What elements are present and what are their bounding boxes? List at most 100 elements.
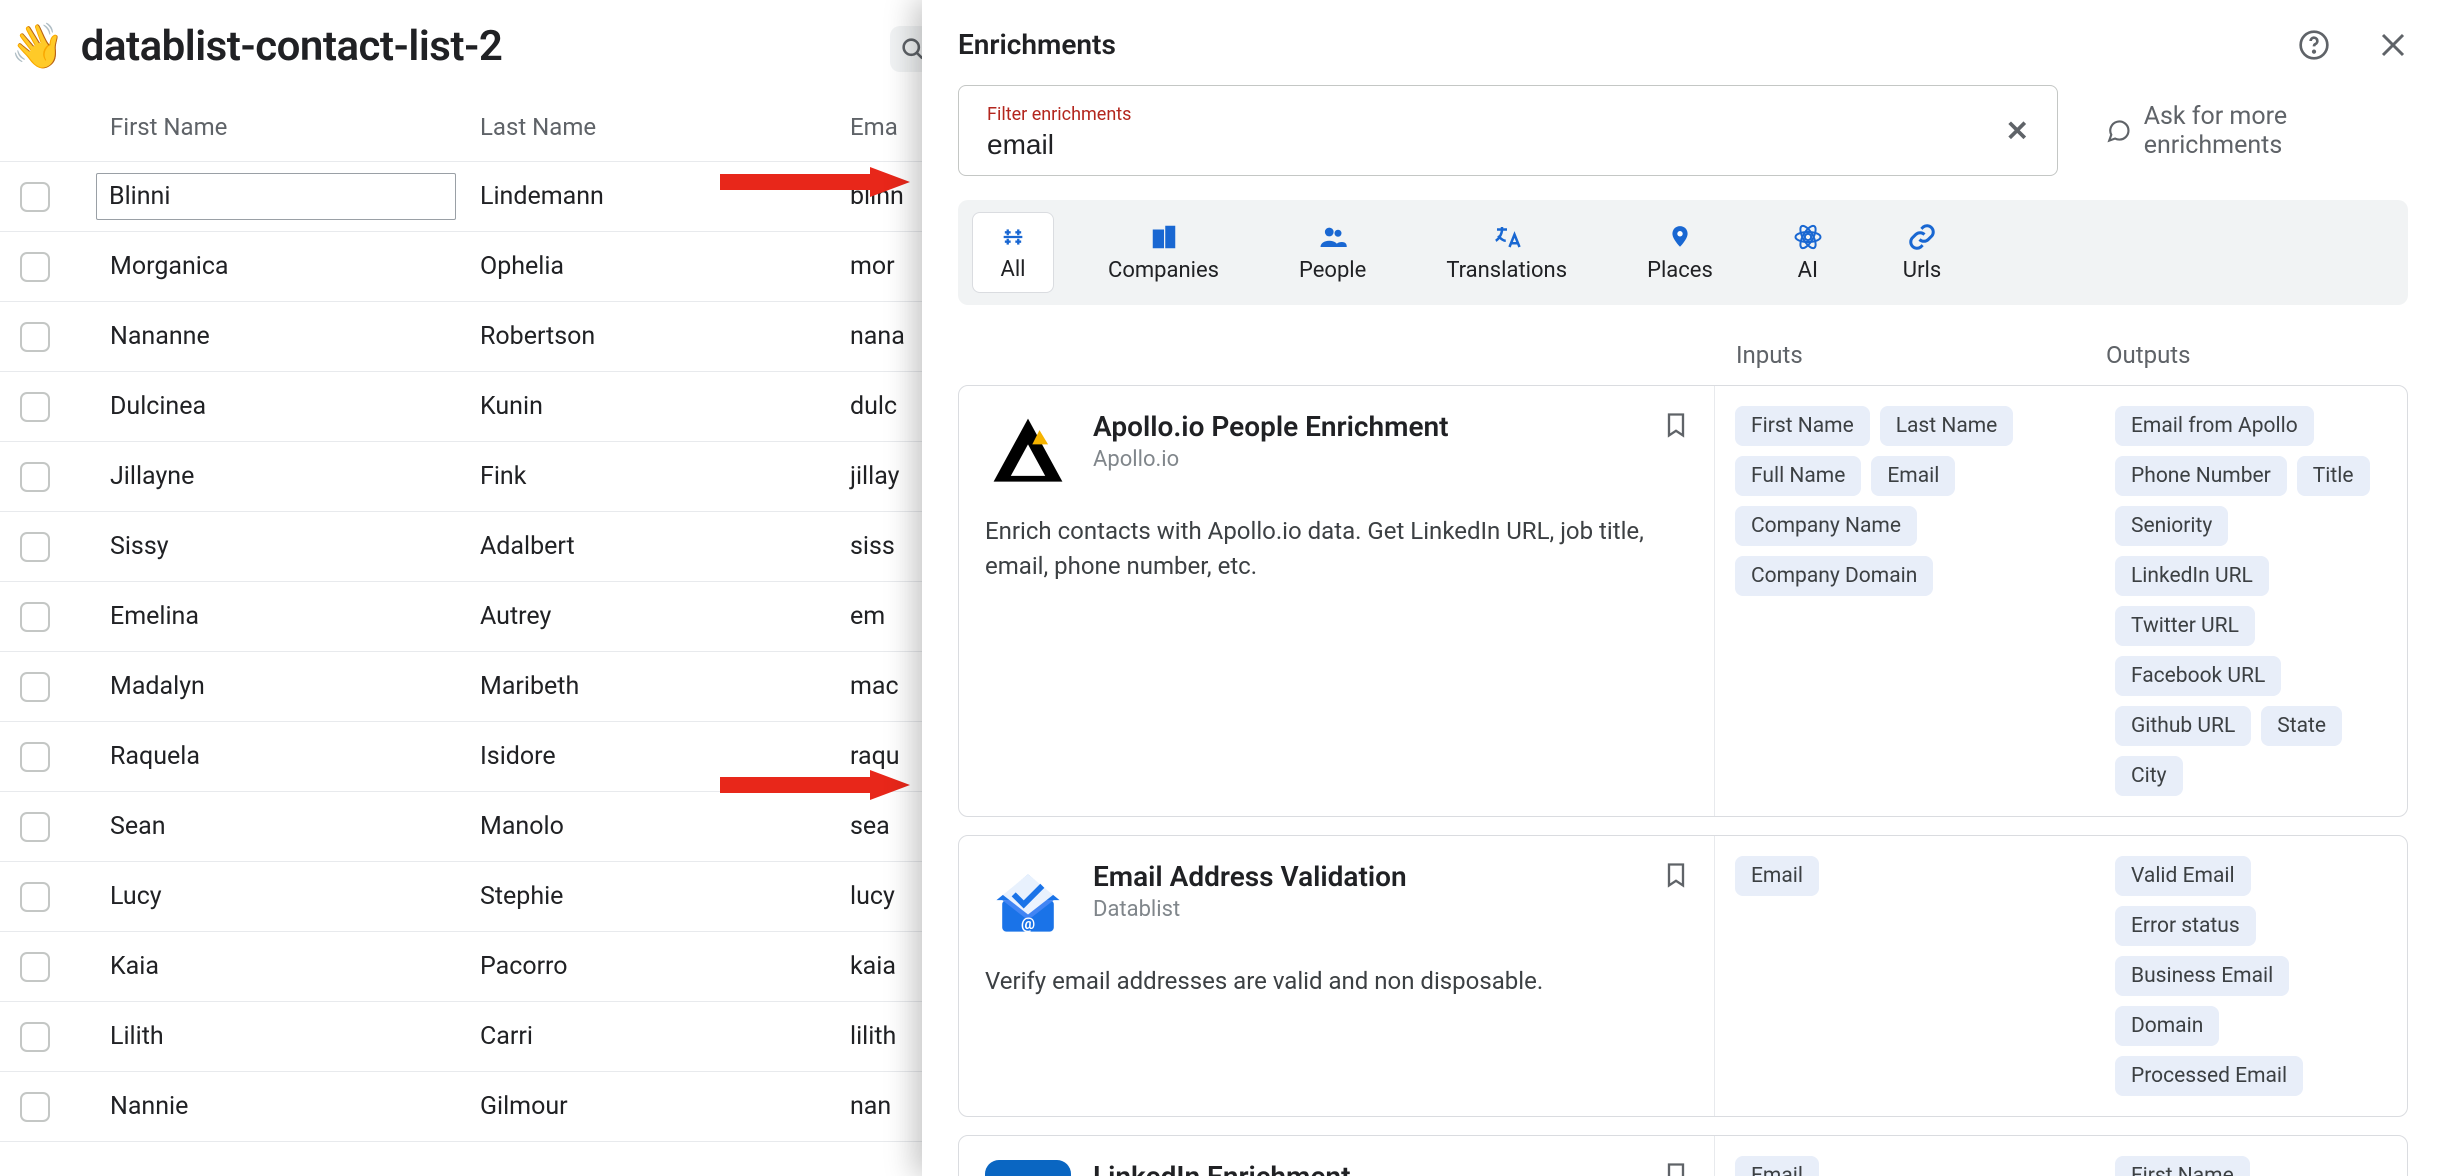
cell-first-name[interactable]: Kaia <box>110 952 480 981</box>
cell-first-name[interactable]: Blinni <box>110 173 480 220</box>
outputs-chips: Email from Apollo Phone NumberTitle Senior… <box>2115 406 2387 796</box>
output-chip: Processed Email <box>2115 1056 2303 1096</box>
wave-emoji: 👋 <box>10 20 65 72</box>
inputs-header: Inputs <box>1714 341 2094 369</box>
vendor-logo: @ <box>985 860 1071 946</box>
help-icon[interactable] <box>2298 29 2330 61</box>
row-checkbox[interactable] <box>20 742 50 772</box>
cell-first-name[interactable]: Morganica <box>110 252 480 281</box>
row-checkbox[interactable] <box>20 252 50 282</box>
cell-last-name[interactable]: Stephie <box>480 882 850 911</box>
vendor-logo <box>985 410 1071 496</box>
cell-first-name[interactable]: Emelina <box>110 602 480 631</box>
row-checkbox[interactable] <box>20 1022 50 1052</box>
places-icon <box>1667 222 1693 252</box>
bookmark-icon[interactable] <box>1662 1158 1690 1176</box>
output-chip: Email from Apollo <box>2115 406 2314 446</box>
cell-last-name[interactable]: Gilmour <box>480 1092 850 1121</box>
row-checkbox[interactable] <box>20 882 50 912</box>
tab-ai[interactable]: AI <box>1767 212 1849 293</box>
enrichment-card[interactable]: @Email Address ValidationDatablistVerify… <box>958 835 2408 1117</box>
people-icon <box>1318 222 1348 252</box>
output-chip: Phone Number <box>2115 456 2287 496</box>
tab-label: Places <box>1647 258 1713 283</box>
row-checkbox[interactable] <box>20 952 50 982</box>
clear-filter-icon[interactable]: ✕ <box>2006 114 2029 147</box>
cell-last-name[interactable]: Autrey <box>480 602 850 631</box>
tab-people[interactable]: People <box>1273 212 1392 293</box>
tab-translations[interactable]: Translations <box>1420 212 1593 293</box>
ask-more-enrichments[interactable]: Ask for more enrichments <box>2106 102 2408 160</box>
ask-more-label: Ask for more enrichments <box>2144 102 2408 160</box>
row-checkbox[interactable] <box>20 1092 50 1122</box>
cell-last-name[interactable]: Adalbert <box>480 532 850 561</box>
bookmark-icon[interactable] <box>1662 408 1690 442</box>
all-icon <box>999 223 1027 251</box>
row-checkbox[interactable] <box>20 812 50 842</box>
tab-places[interactable]: Places <box>1621 212 1739 293</box>
tab-label: People <box>1299 258 1366 283</box>
col-first-name[interactable]: First Name <box>110 113 480 141</box>
output-chip: Business Email <box>2115 956 2289 996</box>
input-chip: Last Name <box>1880 406 2014 446</box>
enrichment-card[interactable]: LinkedIn EnrichmentDatablistFind the lin… <box>958 1135 2408 1176</box>
companies-icon <box>1149 222 1179 252</box>
input-chip: Email <box>1735 856 1819 896</box>
output-chip: State <box>2261 706 2342 746</box>
row-checkbox[interactable] <box>20 672 50 702</box>
outputs-chips: First NameFamily NameJob TitleLinkedIn P… <box>2115 1156 2387 1176</box>
page-title: datablist-contact-list-2 <box>81 22 503 71</box>
row-checkbox[interactable] <box>20 322 50 352</box>
cell-first-name[interactable]: Lucy <box>110 882 480 911</box>
filter-input-wrapper[interactable]: Filter enrichments ✕ <box>958 85 2058 176</box>
cell-first-name[interactable]: Jillayne <box>110 462 480 491</box>
row-checkbox[interactable] <box>20 532 50 562</box>
tab-all[interactable]: All <box>972 212 1054 293</box>
output-chip: LinkedIn URL <box>2115 556 2269 596</box>
tab-companies[interactable]: Companies <box>1082 212 1245 293</box>
cell-last-name[interactable]: Ophelia <box>480 252 850 281</box>
output-chip: Error status <box>2115 906 2256 946</box>
cell-first-name[interactable]: Sissy <box>110 532 480 561</box>
row-checkbox[interactable] <box>20 602 50 632</box>
cell-first-name[interactable]: Dulcinea <box>110 392 480 421</box>
cell-last-name[interactable]: Fink <box>480 462 850 491</box>
outputs-header: Outputs <box>2094 341 2408 369</box>
output-chip: Twitter URL <box>2115 606 2255 646</box>
cell-first-name[interactable]: Sean <box>110 812 480 841</box>
tab-label: Urls <box>1903 258 1941 283</box>
cell-last-name[interactable]: Robertson <box>480 322 850 351</box>
cell-last-name[interactable]: Pacorro <box>480 952 850 981</box>
row-checkbox[interactable] <box>20 392 50 422</box>
cell-first-name[interactable]: Nannie <box>110 1092 480 1121</box>
cell-last-name[interactable]: Isidore <box>480 742 850 771</box>
cell-first-name[interactable]: Raquela <box>110 742 480 771</box>
cell-last-name[interactable]: Manolo <box>480 812 850 841</box>
cell-first-name[interactable]: Lilith <box>110 1022 480 1051</box>
urls-icon <box>1907 222 1937 252</box>
card-title: Apollo.io People Enrichment <box>1093 410 1688 443</box>
output-chip: Domain <box>2115 1006 2219 1046</box>
outputs-chips: Valid EmailError statusBusiness EmailDom… <box>2115 856 2387 1096</box>
cell-last-name[interactable]: Carri <box>480 1022 850 1051</box>
enrichment-card[interactable]: Apollo.io People EnrichmentApollo.ioEnri… <box>958 385 2408 817</box>
bookmark-icon[interactable] <box>1662 858 1690 892</box>
card-title: LinkedIn Enrichment <box>1093 1160 1688 1176</box>
cell-last-name[interactable]: Maribeth <box>480 672 850 701</box>
output-chip: Seniority <box>2115 506 2228 546</box>
row-checkbox[interactable] <box>20 182 50 212</box>
cell-last-name[interactable]: Kunin <box>480 392 850 421</box>
col-last-name[interactable]: Last Name <box>480 113 850 141</box>
tab-label: AI <box>1798 258 1818 283</box>
tab-urls[interactable]: Urls <box>1877 212 1967 293</box>
row-checkbox[interactable] <box>20 462 50 492</box>
cell-first-name[interactable]: Madalyn <box>110 672 480 701</box>
filter-enrichments-input[interactable] <box>987 129 1997 161</box>
category-tabs: All Companies People Translations Places AI Ur… <box>958 200 2408 305</box>
cell-first-name[interactable]: Nananne <box>110 322 480 351</box>
input-chip: First Name <box>1735 406 1870 446</box>
tab-label: Companies <box>1108 258 1219 283</box>
close-icon[interactable] <box>2378 29 2408 61</box>
card-description: Verify email addresses are valid and non… <box>985 964 1688 999</box>
output-chip: Title <box>2297 456 2370 496</box>
